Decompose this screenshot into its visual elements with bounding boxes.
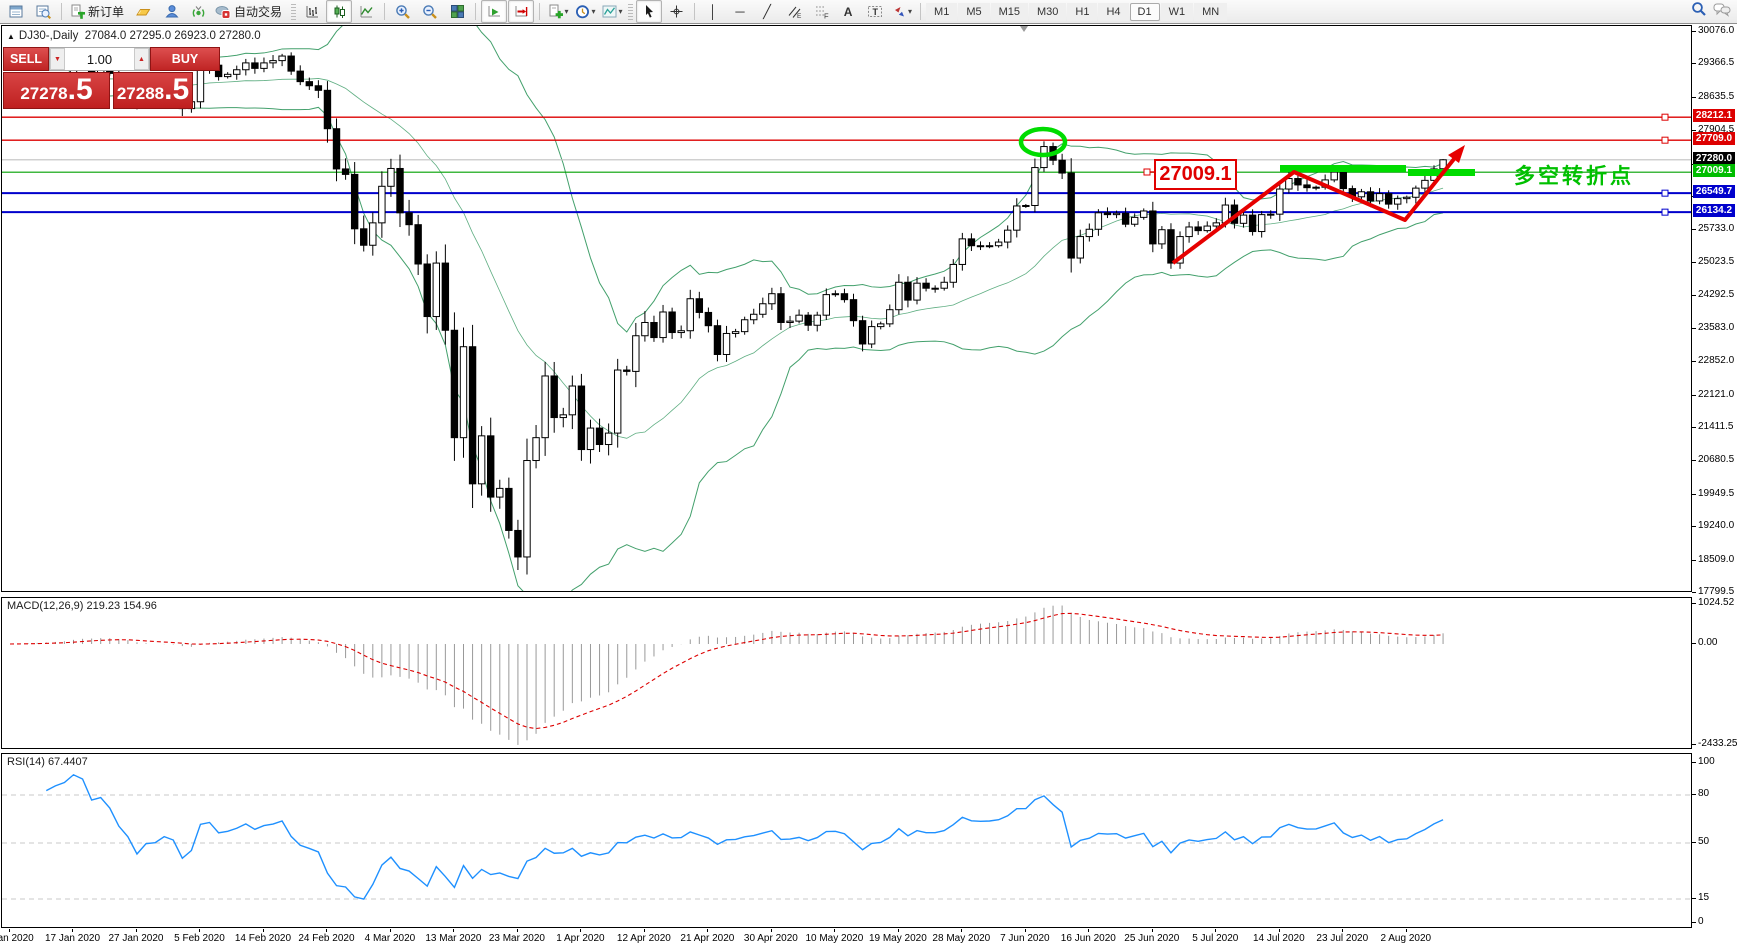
tab-timeframe-m30[interactable]: M30 <box>1029 2 1067 21</box>
line-handle <box>1661 208 1669 216</box>
svg-text:F: F <box>824 12 829 20</box>
metatrader-window: 新订单 自动交易 ▾ ▾ ▾ │ ─ ╱ E F A T ▾ M1 M5 M15… <box>0 0 1737 946</box>
macd-chart[interactable] <box>2 598 1691 748</box>
line-handle <box>1661 113 1669 121</box>
auto-scroll-icon[interactable] <box>481 0 508 23</box>
crosshair-icon[interactable] <box>663 0 689 23</box>
horizontal-line-icon[interactable]: ─ <box>727 0 753 23</box>
buy-price[interactable]: 27288.5 <box>113 72 193 109</box>
turning-point-annotation[interactable]: 多空转折点 <box>1514 160 1634 190</box>
search-icon[interactable] <box>1691 1 1707 22</box>
resistance-bar <box>1280 165 1406 172</box>
main-chart-panel[interactable]: 27009.1 多空转折点 <box>1 25 1692 592</box>
svg-text:T: T <box>873 7 879 17</box>
volume-increase-button[interactable]: ▲ <box>134 48 149 70</box>
chart-shift-icon[interactable] <box>508 0 535 23</box>
rsi-panel[interactable]: RSI(14) 67.4407 <box>1 753 1692 928</box>
cursor-icon[interactable] <box>636 0 663 23</box>
rsi-label: RSI(14) 67.4407 <box>7 756 88 768</box>
chat-icon[interactable] <box>1713 2 1731 22</box>
callout-handle <box>1143 168 1151 176</box>
macd-signal-line <box>9 612 1444 730</box>
sell-price[interactable]: 27278.5 <box>3 72 110 109</box>
macd-panel[interactable]: MACD(12,26,9) 219.23 154.96 <box>1 597 1692 749</box>
tab-timeframe-d1[interactable]: D1 <box>1129 2 1160 21</box>
line-handle <box>1661 136 1669 144</box>
collapse-arrow-icon[interactable]: ▲ <box>7 32 15 41</box>
sell-button[interactable]: SELL <box>3 47 49 71</box>
vertical-line-icon[interactable]: │ <box>700 0 726 23</box>
label-icon[interactable]: T <box>862 0 888 23</box>
autotrade-icon <box>215 6 231 19</box>
zoom-in-icon[interactable] <box>390 0 416 23</box>
tab-timeframe-m15[interactable]: M15 <box>990 2 1028 21</box>
new-order-label: 新订单 <box>88 5 125 19</box>
candles-layer <box>6 52 1447 575</box>
gold-icon[interactable] <box>131 0 157 23</box>
ohlc-values: 27084.0 27295.0 26923.0 27280.0 <box>84 30 261 42</box>
tab-timeframe-h1[interactable]: H1 <box>1067 2 1098 21</box>
chevron-down-icon: ▾ <box>908 7 913 16</box>
bollinger-bands <box>28 26 1444 591</box>
tab-timeframe-mn[interactable]: MN <box>1194 2 1228 21</box>
fibonacci-icon[interactable]: F <box>808 0 834 23</box>
macd-label: MACD(12,26,9) 219.23 154.96 <box>7 600 157 612</box>
chart-header: ▲ DJ30-,Daily 27084.0 27295.0 26923.0 272… <box>7 30 261 42</box>
line-handle <box>1661 189 1669 197</box>
chevron-down-icon: ▾ <box>618 7 623 16</box>
clock-dropdown[interactable]: ▾ <box>572 0 598 23</box>
bollinger-middle <box>28 78 1444 439</box>
tile-windows-icon[interactable] <box>444 0 470 23</box>
indicators-dropdown[interactable]: ▾ <box>599 0 625 23</box>
panel-divider[interactable] <box>1 592 1692 595</box>
chevron-down-icon: ▾ <box>564 7 569 16</box>
tab-timeframe-m1[interactable]: M1 <box>926 2 958 21</box>
trendline-icon[interactable]: ╱ <box>754 0 780 23</box>
text-icon[interactable]: A <box>835 0 861 23</box>
window-icon[interactable] <box>3 0 29 23</box>
volume-decrease-button[interactable]: ▼ <box>50 48 65 70</box>
tab-timeframe-w1[interactable]: W1 <box>1160 2 1194 21</box>
candlestick-chart[interactable] <box>2 26 1691 591</box>
volume-input[interactable] <box>65 48 134 70</box>
tab-timeframe-m5[interactable]: M5 <box>958 2 990 21</box>
new-order-button[interactable]: 新订单 <box>67 0 130 23</box>
candlestick-icon[interactable] <box>326 0 353 23</box>
rsi-chart[interactable] <box>2 754 1691 927</box>
panel-divider[interactable] <box>1 749 1692 752</box>
zoom-out-icon[interactable] <box>417 0 443 23</box>
price-axis[interactable]: 30076.029366.528635.527904.527174.026464… <box>1692 25 1737 929</box>
autotrade-button[interactable]: 自动交易 <box>212 0 288 23</box>
symbol-period-label: DJ30-,Daily <box>18 30 79 42</box>
rsi-line <box>45 773 1444 900</box>
channel-icon[interactable]: E <box>781 0 807 23</box>
data-window-icon[interactable] <box>30 0 56 23</box>
divider-marker <box>1020 26 1028 32</box>
arrows-dropdown[interactable]: ▾ <box>889 0 915 23</box>
buy-button[interactable]: BUY <box>150 47 220 71</box>
new-order-icon <box>71 4 85 19</box>
svg-text:E: E <box>797 13 802 19</box>
tab-timeframe-h4[interactable]: H4 <box>1098 2 1129 21</box>
date-axis[interactable]: 8 Jan 202017 Jan 202027 Jan 20205 Feb 20… <box>0 929 1692 946</box>
level-lines[interactable] <box>2 113 1691 216</box>
community-icon[interactable] <box>158 0 184 23</box>
line-chart-icon[interactable] <box>353 0 379 23</box>
new-chart-dropdown[interactable]: ▾ <box>545 0 571 23</box>
autotrade-label: 自动交易 <box>234 5 283 19</box>
signal-icon[interactable] <box>185 0 211 23</box>
toolbar: 新订单 自动交易 ▾ ▾ ▾ │ ─ ╱ E F A T ▾ M1 M5 M15… <box>0 0 1737 24</box>
price-callout[interactable]: 27009.1 <box>1154 159 1237 190</box>
macd-histogram <box>18 605 1444 745</box>
volume-stepper: ▼ ▲ <box>49 47 150 71</box>
one-click-trading-panel: SELL ▼ ▲ BUY 27278.5 27288.5 <box>3 47 220 109</box>
chevron-down-icon: ▾ <box>591 7 596 16</box>
bar-chart-icon[interactable] <box>299 0 325 23</box>
